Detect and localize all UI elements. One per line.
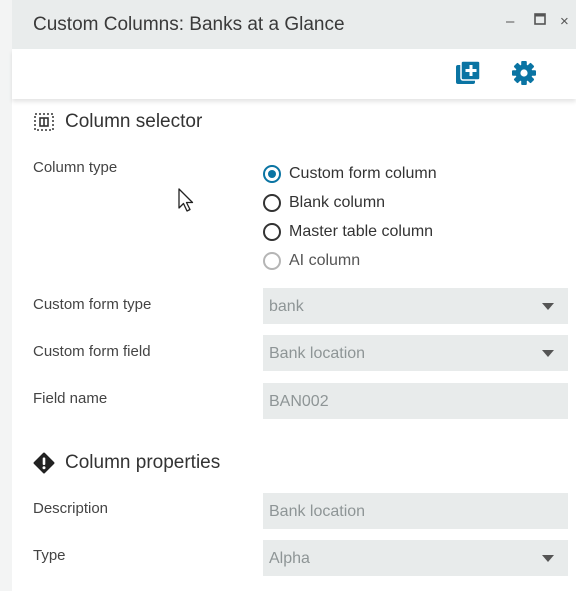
minimize-icon[interactable]: – [506,13,514,30]
chevron-down-icon[interactable] [542,555,554,562]
close-icon[interactable]: × [560,13,569,30]
description-input[interactable]: Bank location [263,493,568,529]
window-title: Custom Columns: Banks at a Glance [33,14,345,35]
column-properties-label: Column properties [65,452,221,473]
radio-label: Custom form column [289,165,437,182]
column-selector-icon [33,111,55,133]
radio-button[interactable] [263,223,281,241]
field-name-input[interactable]: BAN002 [263,383,568,419]
custom-form-type-value: bank [269,298,304,315]
custom-form-field-select[interactable]: Bank location [263,335,568,371]
mouse-cursor-icon [176,187,196,215]
custom-form-field-label: Custom form field [33,343,151,360]
exclamation-icon [33,452,55,474]
radio-label: Master table column [289,223,434,240]
radio-button-selected[interactable] [263,165,281,183]
radio-blank-column[interactable]: Blank column [263,194,385,212]
field-name-label: Field name [33,390,108,407]
add-column-icon[interactable] [454,59,482,87]
column-selector-label: Column selector [65,111,203,132]
left-edge [0,0,12,591]
custom-form-type-label: Custom form type [33,296,152,313]
chevron-down-icon[interactable] [542,303,554,310]
maximize-icon[interactable] [534,12,546,29]
toolbar [12,49,576,99]
column-type-label: Column type [33,159,118,176]
radio-button-disabled [263,252,281,270]
radio-custom-form-column[interactable]: Custom form column [263,165,437,183]
gear-icon[interactable] [510,59,538,87]
chevron-down-icon[interactable] [542,350,554,357]
column-properties-heading: Column properties [33,452,220,474]
radio-label: AI column [289,252,361,269]
column-selector-heading: Column selector [33,111,202,133]
radio-button[interactable] [263,194,281,212]
description-label: Description [33,500,109,517]
radio-master-table-column[interactable]: Master table column [263,223,433,241]
radio-label: Blank column [289,194,386,211]
custom-form-field-value: Bank location [269,345,366,362]
radio-ai-column: AI column [263,252,360,270]
type-select[interactable]: Alpha [263,540,568,576]
field-name-value: BAN002 [269,393,329,410]
type-value: Alpha [269,550,310,567]
custom-columns-panel: Custom Columns: Banks at a Glance – × Co… [12,0,576,591]
type-label: Type [33,547,66,564]
custom-form-type-select[interactable]: bank [263,288,568,324]
description-value: Bank location [269,503,366,520]
title-bar: Custom Columns: Banks at a Glance – × [12,0,576,49]
